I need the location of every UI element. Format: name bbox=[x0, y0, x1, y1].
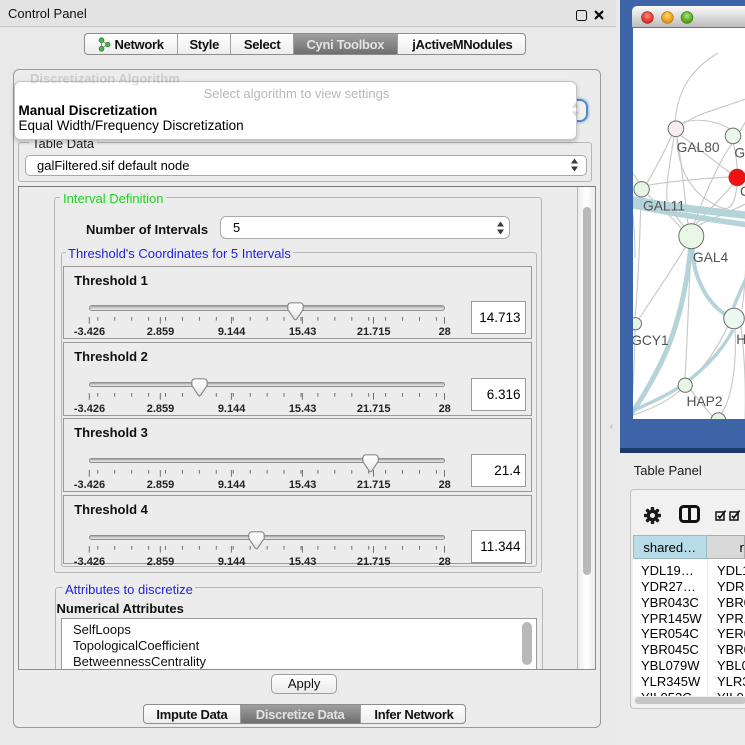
svg-text:HAP2: HAP2 bbox=[686, 394, 722, 409]
svg-text:GAL80: GAL80 bbox=[676, 140, 719, 155]
svg-text:GAL4: GAL4 bbox=[692, 250, 728, 265]
svg-text:C: C bbox=[740, 184, 745, 199]
svg-text:GAL11: GAL11 bbox=[643, 198, 685, 213]
svg-text:GAL: GAL bbox=[734, 146, 745, 161]
svg-text:H: H bbox=[736, 332, 745, 347]
svg-text:GCY1: GCY1 bbox=[633, 333, 669, 348]
